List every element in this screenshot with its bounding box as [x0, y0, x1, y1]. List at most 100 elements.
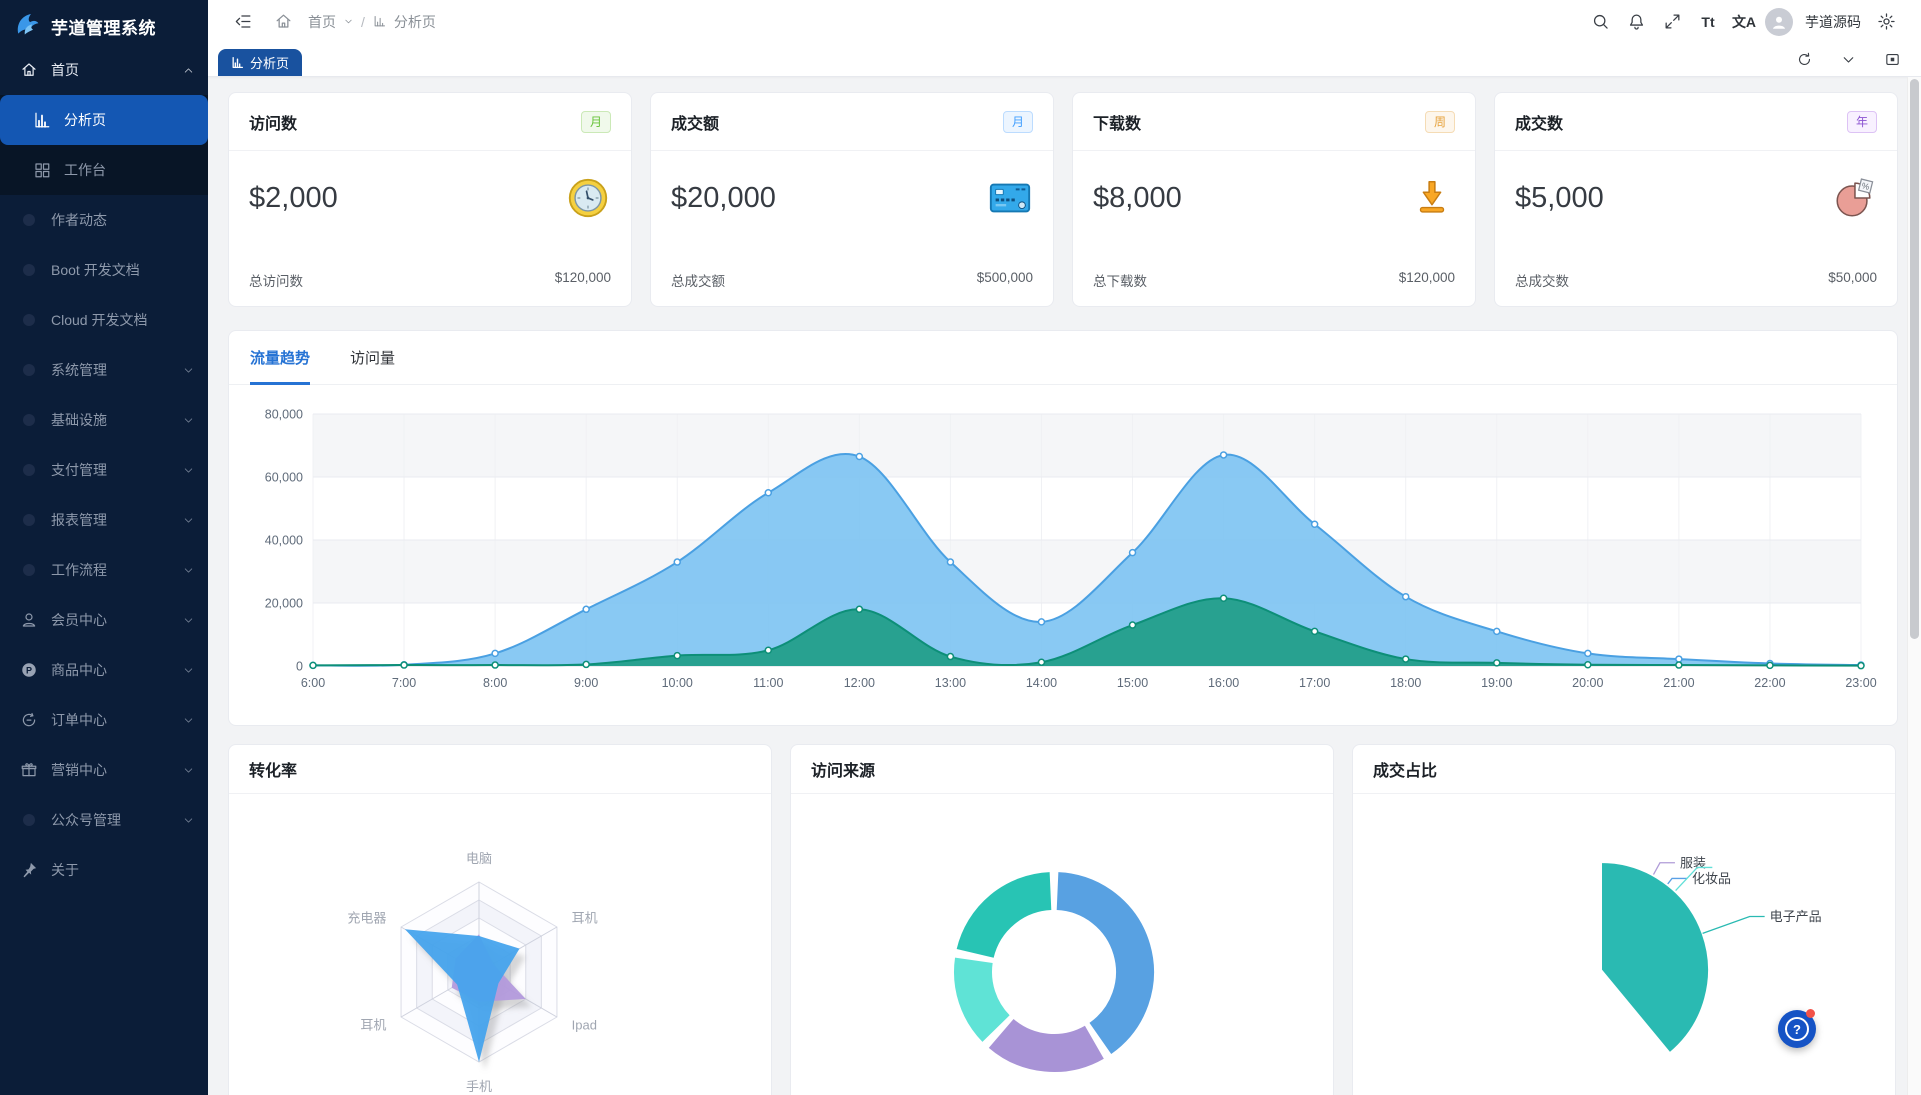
- tabbar-tools: [1789, 43, 1921, 76]
- stat-footer-label: 总成交数: [1515, 270, 1569, 290]
- translate-icon[interactable]: 文A: [1729, 7, 1759, 37]
- breadcrumb-home-icon[interactable]: [268, 7, 298, 37]
- svg-text:0: 0: [296, 660, 303, 674]
- fullscreen-icon[interactable]: [1657, 7, 1687, 37]
- sidebar-item-label: 会员中心: [51, 610, 107, 630]
- sidebar: 芋道管理系统 首页分析页工作台作者动态 Boot 开发文档Cloud 开发文档系统…: [0, 0, 208, 1095]
- conversion-rate-card: 转化率 电脑耳机Ipad手机耳机充电器: [228, 744, 772, 1095]
- stat-value: $8,000: [1093, 182, 1182, 215]
- dot-icon: [20, 411, 38, 429]
- navbar-right: Tt 文A 芋道源码: [1585, 7, 1921, 37]
- stat-card-4: 成交数年$5,000%总成交数$50,000: [1494, 92, 1898, 307]
- sidebar-item-home[interactable]: 首页: [0, 45, 208, 95]
- bar-chart-icon: [372, 14, 387, 29]
- breadcrumb-item-current[interactable]: 分析页: [394, 12, 436, 32]
- chevron-down-icon[interactable]: [1833, 45, 1863, 75]
- sidebar-item-about[interactable]: 关于: [0, 845, 208, 895]
- svg-text:21:00: 21:00: [1663, 676, 1694, 690]
- period-badge: 月: [581, 111, 611, 133]
- breadcrumb-item-home[interactable]: 首页: [308, 12, 336, 32]
- sidebar-item-label: 分析页: [64, 110, 106, 130]
- deal-share-card: 成交占比 化妆品服装电子产品: [1352, 744, 1896, 1095]
- dot-icon: [20, 461, 38, 479]
- sidebar-item-analysis[interactable]: 分析页: [0, 95, 208, 145]
- tab-analysis-page[interactable]: 分析页: [218, 49, 302, 76]
- svg-text:化妆品: 化妆品: [1692, 871, 1731, 886]
- tab-label: 分析页: [250, 53, 289, 72]
- svg-text:23:00: 23:00: [1845, 676, 1876, 690]
- sidebar-item-label: 基础设施: [51, 410, 107, 430]
- svg-text:9:00: 9:00: [574, 676, 598, 690]
- svg-text:电子产品: 电子产品: [1770, 909, 1822, 924]
- tab-visit-volume[interactable]: 访问量: [350, 331, 395, 384]
- sidebar-item-label: 关于: [51, 860, 79, 880]
- sidebar-item-order[interactable]: 订单中心: [0, 695, 208, 745]
- stat-footer-value: $120,000: [1399, 270, 1455, 290]
- deal-share-pie-chart: 化妆品服装电子产品: [1353, 794, 1896, 1095]
- product-icon: P: [20, 661, 38, 679]
- sidebar-item-member[interactable]: 会员中心: [0, 595, 208, 645]
- chevron-down-icon: [182, 464, 195, 477]
- period-badge: 年: [1847, 111, 1877, 133]
- svg-text:11:00: 11:00: [753, 676, 783, 690]
- svg-text:19:00: 19:00: [1481, 676, 1512, 690]
- notification-dot: [1806, 1009, 1815, 1018]
- svg-text:14:00: 14:00: [1026, 676, 1057, 690]
- svg-text:80,000: 80,000: [265, 408, 303, 422]
- sidebar-item-cloud-docs[interactable]: Cloud 开发文档: [0, 295, 208, 345]
- sidebar-item-report[interactable]: 报表管理: [0, 495, 208, 545]
- sidebar-item-payment[interactable]: 支付管理: [0, 445, 208, 495]
- stat-card-3: 下载数周$8,000总下载数$120,000: [1072, 92, 1476, 307]
- svg-text:22:00: 22:00: [1754, 676, 1785, 690]
- sidebar-item-boot-docs[interactable]: Boot 开发文档: [0, 245, 208, 295]
- scrollbar-thumb[interactable]: [1910, 79, 1919, 639]
- stat-footer-value: $120,000: [555, 270, 611, 290]
- vertical-scrollbar: [1907, 77, 1921, 1095]
- sidebar-item-workplace[interactable]: 工作台: [0, 145, 208, 195]
- svg-text:7:00: 7:00: [392, 676, 416, 690]
- sidebar-item-label: 公众号管理: [51, 810, 121, 830]
- sidebar-collapse-icon[interactable]: [228, 7, 258, 37]
- avatar[interactable]: [1765, 8, 1793, 36]
- stat-card-1: 访问数月$2,000总访问数$120,000: [228, 92, 632, 307]
- sidebar-item-label: 工作流程: [51, 560, 107, 580]
- chevron-down-icon: [182, 814, 195, 827]
- sidebar-item-infra[interactable]: 基础设施: [0, 395, 208, 445]
- stat-card-title: 成交额: [671, 110, 719, 134]
- settings-gear-icon[interactable]: [1871, 7, 1901, 37]
- search-icon[interactable]: [1585, 7, 1615, 37]
- refresh-icon[interactable]: [1789, 45, 1819, 75]
- sidebar-item-author-news[interactable]: 作者动态: [0, 195, 208, 245]
- top-navbar: 首页 / 分析页 Tt 文A 芋道源码: [208, 0, 1921, 43]
- pie-icon: %: [1831, 175, 1877, 221]
- sidebar-item-label: 营销中心: [51, 760, 107, 780]
- breadcrumb-separator: /: [361, 14, 365, 30]
- stat-footer-label: 总成交额: [671, 270, 725, 290]
- period-badge: 月: [1003, 111, 1033, 133]
- chevron-down-icon: [182, 764, 195, 777]
- maximize-icon[interactable]: [1877, 45, 1907, 75]
- dot-icon: [20, 511, 38, 529]
- home-icon: [20, 61, 38, 79]
- font-size-icon[interactable]: Tt: [1693, 7, 1723, 37]
- sidebar-item-system[interactable]: 系统管理: [0, 345, 208, 395]
- tab-traffic-trend[interactable]: 流量趋势: [250, 331, 310, 384]
- sidebar-item-marketing[interactable]: 营销中心: [0, 745, 208, 795]
- svg-text:20,000: 20,000: [265, 597, 303, 611]
- sidebar-item-product[interactable]: P商品中心: [0, 645, 208, 695]
- dot-icon: [20, 811, 38, 829]
- sidebar-item-workflow[interactable]: 工作流程: [0, 545, 208, 595]
- logo-icon: [12, 10, 42, 43]
- user-name[interactable]: 芋道源码: [1805, 12, 1861, 32]
- sidebar-item-mp[interactable]: 公众号管理: [0, 795, 208, 845]
- sidebar-item-label: 作者动态: [51, 210, 107, 230]
- app-title: 芋道管理系统: [51, 14, 156, 39]
- chevron-up-icon: [182, 64, 195, 77]
- visit-source-donut-chart: [791, 794, 1334, 1095]
- svg-text:10:00: 10:00: [662, 676, 693, 690]
- notification-bell-icon[interactable]: [1621, 7, 1651, 37]
- svg-text:6:00: 6:00: [301, 676, 325, 690]
- svg-text:耳机: 耳机: [572, 911, 598, 926]
- help-button[interactable]: ?: [1778, 1010, 1816, 1048]
- svg-text:18:00: 18:00: [1390, 676, 1421, 690]
